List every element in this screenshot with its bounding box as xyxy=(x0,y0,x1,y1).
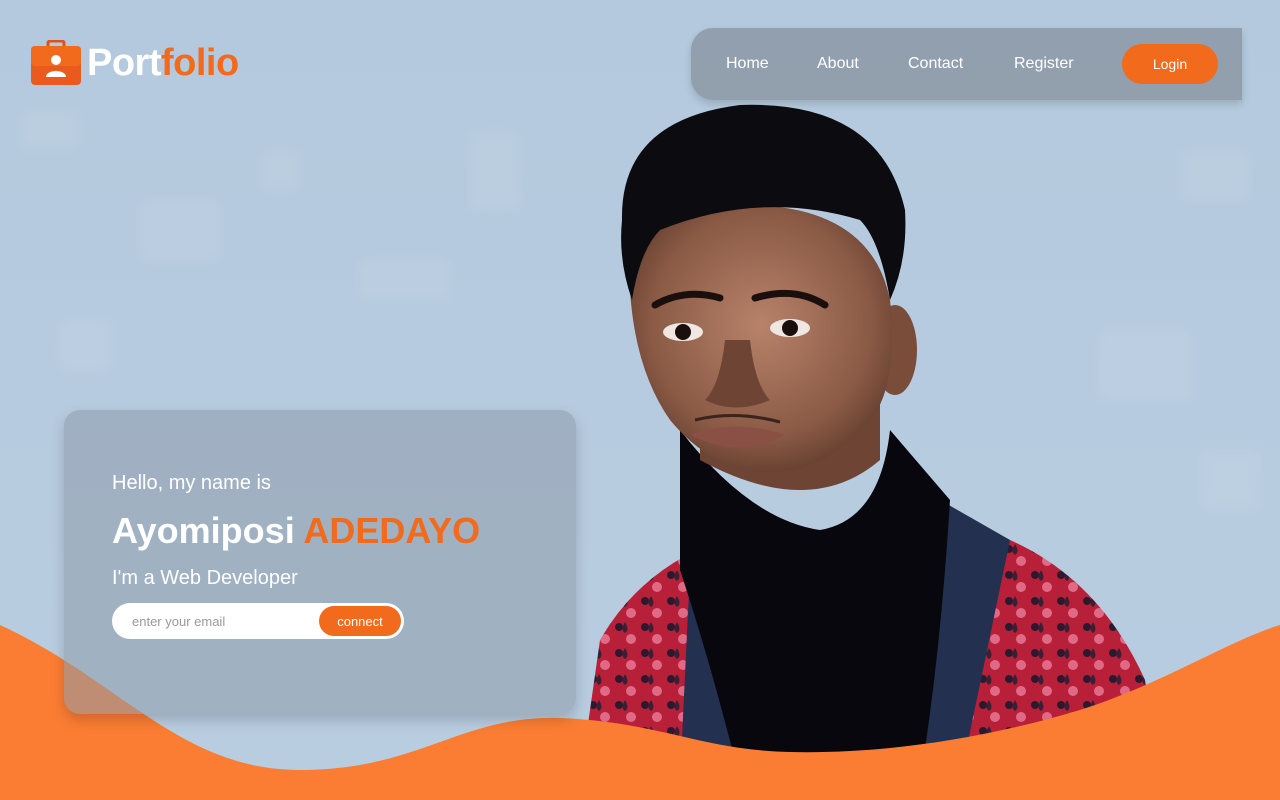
logo[interactable]: Portfolio xyxy=(31,39,239,85)
navbar: Home About Contact Register Login xyxy=(691,28,1242,100)
last-name: ADEDAYO xyxy=(303,510,481,551)
nav-contact[interactable]: Contact xyxy=(908,55,963,73)
logo-text-port: Port xyxy=(87,41,162,84)
logo-text-folio: folio xyxy=(161,41,239,84)
greeting-text: Hello, my name is xyxy=(112,472,271,494)
first-name: Ayomiposi xyxy=(112,510,295,551)
full-name: Ayomiposi ADEDAYO xyxy=(112,510,480,552)
briefcase-user-icon xyxy=(31,39,81,85)
logo-text: Portfolio xyxy=(87,44,239,82)
email-input[interactable] xyxy=(132,613,312,629)
connect-button[interactable]: connect xyxy=(319,606,401,636)
nav-register[interactable]: Register xyxy=(1014,55,1074,73)
login-button[interactable]: Login xyxy=(1122,44,1218,84)
role-text: I'm a Web Developer xyxy=(112,567,298,589)
nav-about[interactable]: About xyxy=(817,55,859,73)
hero-card: Hello, my name is Ayomiposi ADEDAYO I'm … xyxy=(64,410,576,714)
email-subscribe-form: connect xyxy=(112,603,404,639)
nav-home[interactable]: Home xyxy=(726,55,769,73)
